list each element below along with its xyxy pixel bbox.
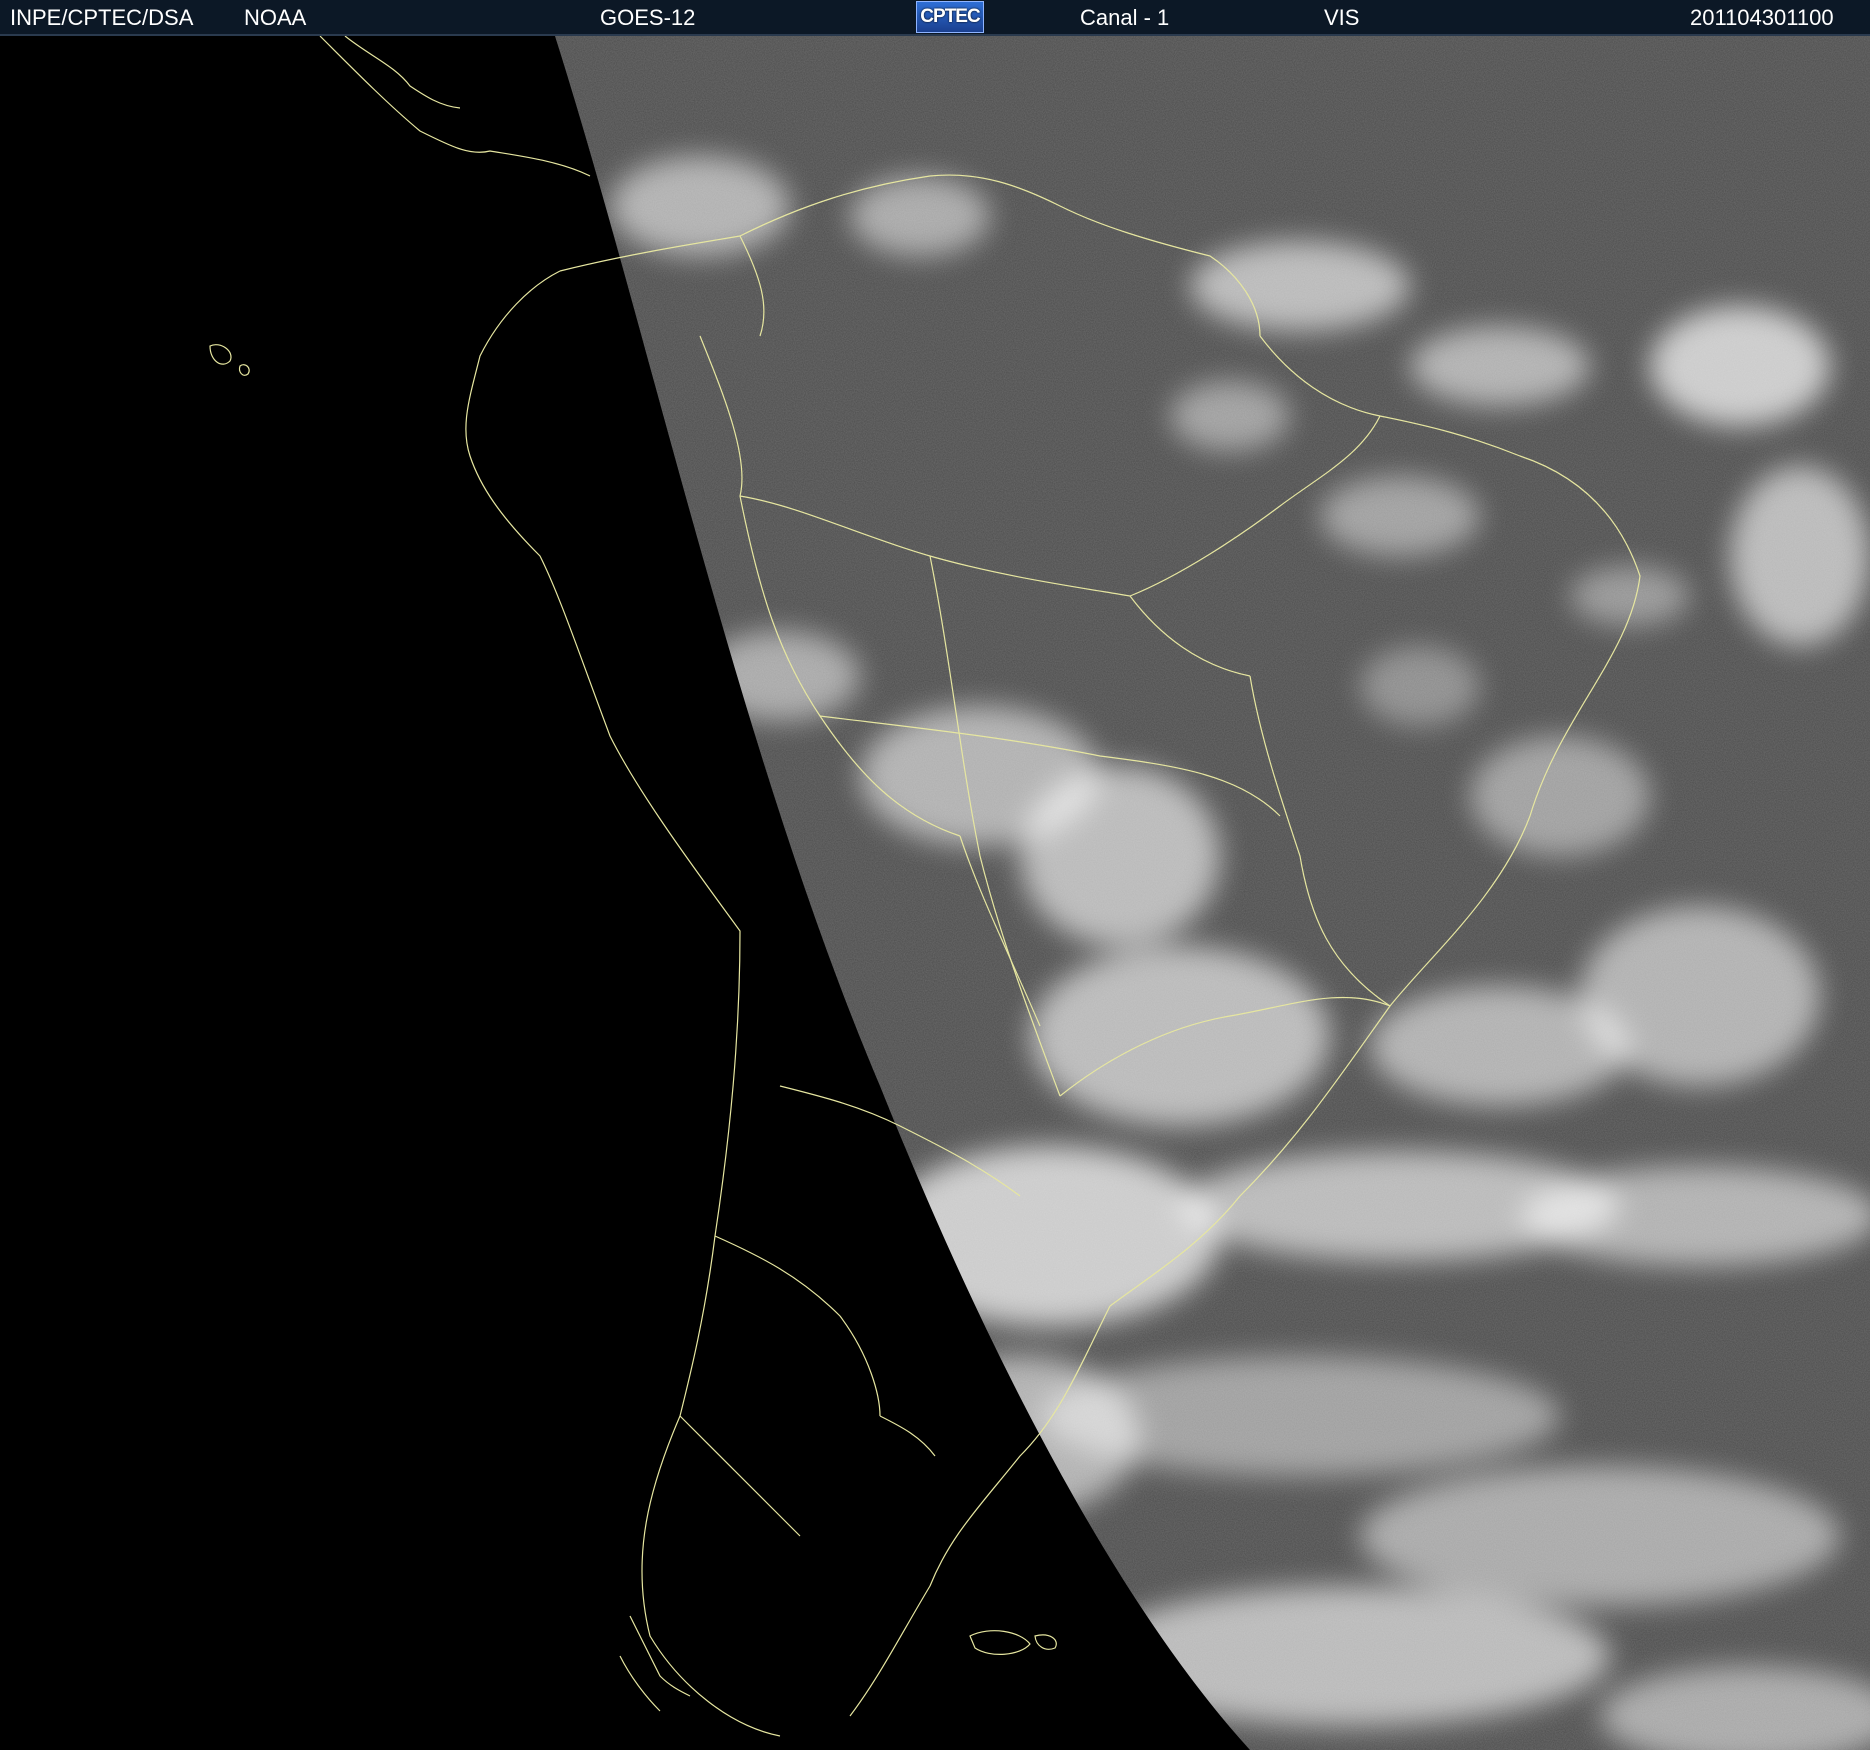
- agency-label: NOAA: [244, 5, 307, 30]
- band-label: VIS: [1324, 5, 1360, 30]
- satellite-image: [0, 36, 1870, 1750]
- timestamp-label: 201104301100: [1690, 5, 1834, 30]
- logo-text: CPTEC: [920, 6, 980, 27]
- image-header-bar: INPE/CPTEC/DSA NOAA GOES-12 CPTEC Canal …: [0, 0, 1870, 36]
- satellite-label: GOES-12: [600, 5, 696, 30]
- cptec-logo: CPTEC: [916, 1, 984, 33]
- org-label: INPE/CPTEC/DSA: [10, 5, 194, 30]
- channel-label: Canal - 1: [1080, 5, 1170, 30]
